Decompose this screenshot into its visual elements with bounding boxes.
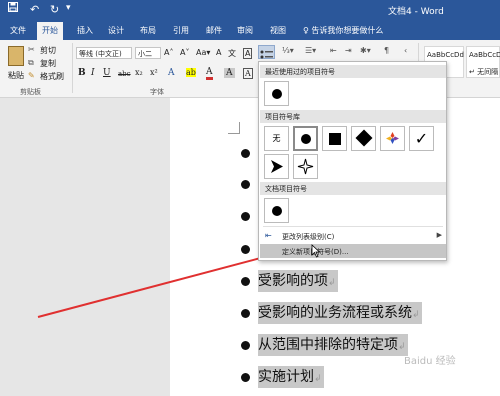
watermark: Baidu 经验 (404, 356, 456, 367)
menu-divider (263, 226, 443, 227)
change-list-level-label: 更改列表级别(C) (282, 233, 335, 241)
bullet-none[interactable]: 无 (264, 126, 289, 151)
mouse-cursor-icon (311, 244, 321, 258)
bullet-filled-circle[interactable] (293, 126, 318, 151)
bullet-library-dropdown: 最近使用过的项目符号 项目符号库 无 ✓ 文档项目符号 ⇤ 更改列表级别(C) … (258, 61, 447, 261)
change-list-level-item[interactable]: ⇤ 更改列表级别(C) ▶ (260, 229, 446, 243)
filled-circle-icon (272, 89, 282, 99)
bullet-diamond[interactable] (351, 126, 376, 151)
document-bullets-header: 文档项目符号 (260, 182, 446, 195)
four-point-star-icon (297, 158, 314, 175)
recent-bullet-filled-circle[interactable] (264, 81, 289, 106)
checkmark-icon: ✓ (414, 129, 429, 148)
diamond-icon (355, 129, 373, 147)
none-label: 无 (272, 134, 281, 143)
recent-bullets-header: 最近使用过的项目符号 (260, 65, 446, 78)
bullet-four-point-star[interactable] (293, 154, 318, 179)
submenu-arrow-icon: ▶ (436, 231, 442, 239)
filled-circle-icon (272, 206, 282, 216)
four-diamonds-icon (386, 132, 399, 144)
filled-square-icon (329, 133, 341, 145)
bullet-four-diamonds[interactable] (380, 126, 405, 151)
bullet-library-header: 项目符号库 (260, 110, 446, 123)
bullet-filled-square[interactable] (322, 126, 347, 151)
bullet-checkmark[interactable]: ✓ (409, 126, 434, 151)
document-bullet-filled-circle[interactable] (264, 198, 289, 223)
list-level-icon: ⇤ (265, 231, 272, 240)
filled-circle-icon (301, 134, 311, 144)
arrowhead-icon (271, 160, 283, 173)
bullet-arrowhead[interactable] (264, 154, 289, 179)
define-new-bullet-item[interactable]: 定义新项目符号(D)... (260, 244, 446, 258)
